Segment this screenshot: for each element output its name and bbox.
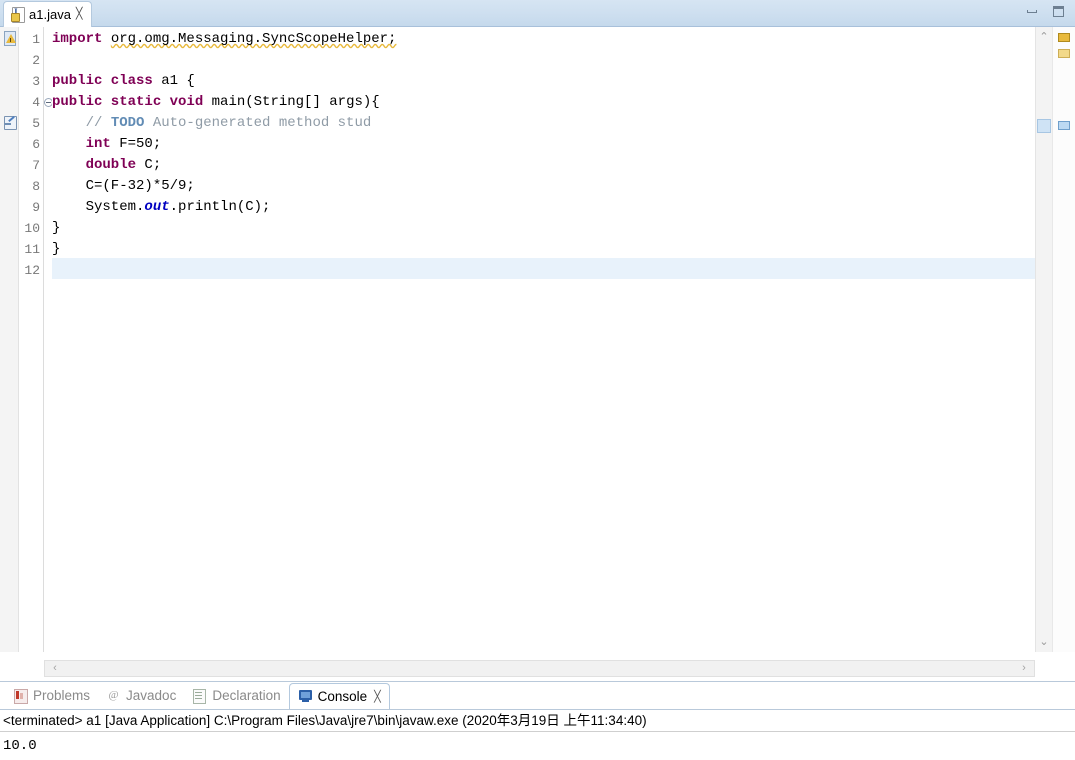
bottom-view-panel: Problems @ Javadoc Declaration Console ╳… (0, 681, 1075, 760)
java-file-icon: J (11, 7, 25, 23)
scroll-up-icon[interactable]: ⌃ (1036, 29, 1052, 45)
todo-marker-icon[interactable] (2, 114, 18, 130)
editor-tab-a1-java[interactable]: J a1.java ╳ (3, 1, 92, 27)
line-number: 7 (32, 158, 40, 173)
eclipse-ide-window: J a1.java ╳ 1 2 3 4 5 6 7 8 9 10 11 12 i… (0, 0, 1075, 760)
code-line-8[interactable]: C=(F-32)*5/9; (52, 176, 195, 197)
code-line-4[interactable]: public static void main(String[] args){ (52, 92, 380, 113)
overview-warning-mark[interactable] (1058, 49, 1070, 58)
minimize-icon[interactable] (1025, 4, 1040, 19)
scroll-down-icon[interactable]: ⌄ (1036, 634, 1052, 650)
tab-problems-label: Problems (33, 688, 91, 703)
window-controls (1025, 4, 1066, 19)
line-number: 1 (32, 32, 40, 47)
editor-tab-bar: J a1.java ╳ (0, 0, 1075, 27)
maximize-icon[interactable] (1051, 4, 1066, 19)
line-number: 6 (32, 137, 40, 152)
tab-javadoc[interactable]: @ Javadoc (98, 683, 184, 709)
folding-gutter[interactable] (44, 27, 53, 652)
editor-vertical-scrollbar[interactable]: ⌃ ⌄ (1035, 27, 1052, 652)
view-tab-bar: Problems @ Javadoc Declaration Console ╳ (0, 682, 1075, 710)
tab-problems[interactable]: Problems (5, 683, 98, 709)
line-number: 5 (32, 116, 40, 131)
line-number: 12 (24, 263, 40, 278)
javadoc-icon: @ (108, 689, 119, 701)
tab-console-label: Console (317, 689, 368, 704)
editor-tab-label: a1.java (29, 7, 71, 22)
line-number: 11 (24, 242, 40, 257)
line-number: 3 (32, 74, 40, 89)
code-line-7[interactable]: double C; (52, 155, 162, 176)
code-editor-area[interactable]: import org.omg.Messaging.SyncScopeHelper… (52, 27, 1035, 652)
code-line-11[interactable]: } (52, 239, 60, 260)
close-icon[interactable]: ╳ (76, 9, 83, 20)
code-line-6[interactable]: int F=50; (52, 134, 162, 155)
editor-body: 1 2 3 4 5 6 7 8 9 10 11 12 import org.om… (0, 27, 1075, 680)
tab-declaration[interactable]: Declaration (184, 683, 288, 709)
overview-warning-mark[interactable] (1058, 33, 1070, 42)
tab-console[interactable]: Console ╳ (288, 683, 390, 709)
tab-declaration-label: Declaration (212, 688, 281, 703)
line-number-gutter: 1 2 3 4 5 6 7 8 9 10 11 12 (19, 27, 44, 652)
console-icon (298, 689, 313, 704)
current-line-highlight (52, 258, 1035, 279)
line-number: 10 (24, 221, 40, 236)
line-number: 8 (32, 179, 40, 194)
code-line-3[interactable]: public class a1 { (52, 71, 195, 92)
editor-window: J a1.java ╳ 1 2 3 4 5 6 7 8 9 10 11 12 i… (0, 0, 1075, 680)
close-icon[interactable]: ╳ (374, 690, 381, 703)
code-line-9[interactable]: System.out.println(C); (52, 197, 271, 218)
tab-javadoc-label: Javadoc (126, 688, 177, 703)
code-line-1[interactable]: import org.omg.Messaging.SyncScopeHelper… (52, 29, 396, 50)
warning-marker-icon[interactable] (2, 30, 18, 46)
line-number: 2 (32, 53, 40, 68)
marker-gutter[interactable] (0, 27, 19, 652)
line-number: 4 (32, 95, 40, 110)
console-output[interactable]: 10.0 (0, 733, 1075, 760)
code-line-5[interactable]: // TODO Auto-generated method stud (52, 113, 372, 134)
scrollbar-thumb[interactable] (1037, 119, 1051, 133)
line-number: 9 (32, 200, 40, 215)
scroll-left-icon[interactable]: ‹ (47, 661, 63, 676)
scroll-right-icon[interactable]: › (1016, 661, 1032, 676)
problems-icon (13, 688, 28, 704)
overview-ruler[interactable] (1052, 27, 1075, 652)
overview-task-mark[interactable] (1058, 121, 1070, 130)
editor-horizontal-scrollbar[interactable]: ‹ › (44, 660, 1035, 677)
declaration-icon (192, 688, 207, 704)
console-launch-header: <terminated> a1 [Java Application] C:\Pr… (0, 710, 1075, 732)
code-line-10[interactable]: } (52, 218, 60, 239)
